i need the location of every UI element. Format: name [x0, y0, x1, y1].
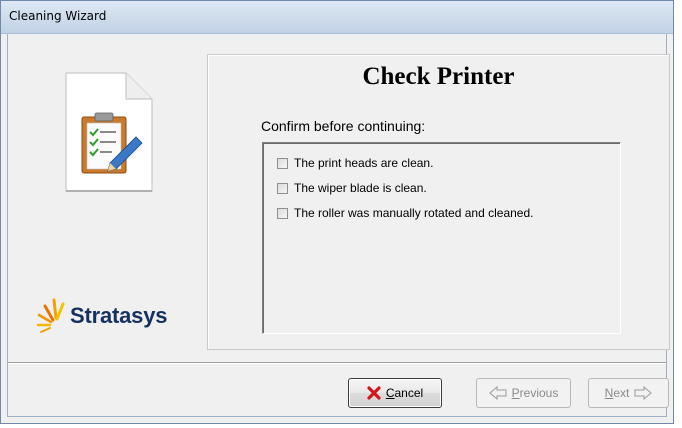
page-title: Check Printer — [362, 63, 515, 90]
step-panel: Check Printer Confirm before continuing:… — [207, 54, 670, 350]
checkbox-square[interactable] — [277, 207, 288, 219]
checkbox-label: The print heads are clean. — [294, 156, 434, 170]
clipboard-checklist-icon — [62, 71, 154, 195]
checklist-group: The print heads are clean. The wiper bla… — [262, 142, 621, 334]
checkbox-square[interactable] — [277, 157, 288, 169]
red-x-icon — [367, 386, 381, 400]
right-arrow-icon — [634, 386, 653, 400]
confirm-label: Confirm before continuing: — [261, 118, 426, 134]
button-separator — [8, 362, 666, 364]
checkbox-label: The wiper blade is clean. — [294, 181, 427, 195]
logo-text: Stratasys — [70, 303, 168, 328]
checkbox-wiper-blade[interactable]: The wiper blade is clean. — [277, 180, 427, 196]
window-title: Cleaning Wizard — [9, 9, 107, 23]
stratasys-logo: Stratasys — [36, 296, 186, 336]
checkbox-label: The roller was manually rotated and clea… — [294, 206, 534, 220]
wizard-content: Stratasys Check Printer Confirm before c… — [7, 34, 670, 417]
title-bar[interactable]: Cleaning Wizard — [1, 1, 673, 34]
cancel-button[interactable]: Cancel — [348, 378, 442, 408]
previous-label: Previous — [511, 386, 559, 400]
checkbox-roller[interactable]: The roller was manually rotated and clea… — [277, 205, 533, 221]
previous-button[interactable]: Previous — [476, 378, 571, 408]
cancel-label: Cancel — [385, 386, 424, 400]
checkbox-square[interactable] — [277, 182, 288, 194]
wizard-window: Cleaning Wizard Stratasys Check Printer … — [0, 0, 674, 424]
next-label: Next — [604, 386, 630, 400]
checkbox-print-heads[interactable]: The print heads are clean. — [277, 155, 433, 171]
left-arrow-icon — [488, 386, 507, 400]
next-button[interactable]: Next — [588, 378, 669, 408]
